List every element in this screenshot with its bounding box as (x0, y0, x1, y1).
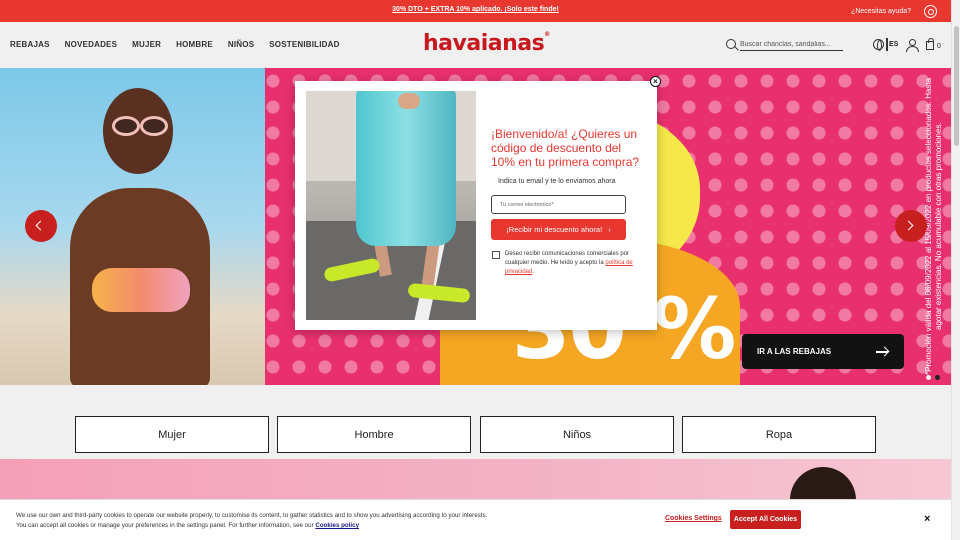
brand-logo[interactable]: havaianas® (423, 31, 550, 56)
newsletter-modal: × ¡Bienvenido/a! ¿Quieres un código de d… (295, 76, 661, 330)
consent-text: Deseo recibir comunicaciones comerciales… (505, 250, 640, 277)
modal-photo (306, 91, 476, 320)
nav-item-mujer[interactable]: MUJER (132, 40, 161, 49)
cookie-settings-button[interactable]: Cookies Settings (665, 515, 722, 522)
language-divider (886, 38, 888, 51)
globe-icon[interactable] (873, 39, 884, 51)
cookie-close-icon[interactable]: × (924, 513, 930, 525)
get-discount-button[interactable]: ¡Recibir mi descuento ahora! › (491, 219, 626, 240)
help-link[interactable]: ¿Necesitas ayuda? (851, 8, 911, 15)
modal-close-icon[interactable]: × (650, 76, 661, 87)
email-field[interactable] (491, 195, 626, 214)
shopping-bag-icon[interactable] (926, 38, 934, 50)
model-sunglasses (112, 116, 168, 136)
logo-text: havaianas (423, 31, 545, 56)
cookie-banner: We use our own and third-party cookies t… (0, 499, 951, 540)
photo-pants (356, 91, 456, 246)
search-input[interactable] (740, 38, 843, 51)
scrollbar-thumb[interactable] (954, 26, 959, 146)
nav-item-hombre[interactable]: HOMBRE (176, 40, 213, 49)
carousel-dot-1[interactable] (926, 375, 931, 380)
hero-cta-button[interactable]: IR A LAS REBAJAS (742, 334, 904, 369)
get-discount-label: ¡Recibir mi descuento ahora! (506, 225, 603, 234)
user-icon[interactable] (906, 39, 919, 52)
main-nav: REBAJAS NOVEDADES MUJER HOMBRE NIÑOS SOS… (10, 40, 340, 49)
photo-hand (398, 93, 420, 109)
category-mujer-button[interactable]: Mujer (75, 416, 269, 453)
modal-subtitle: Indica tu email y te lo enviamos ahora (498, 178, 616, 185)
chevron-right-icon: › (608, 225, 611, 234)
promo-bar: 30% DTO + EXTRA 10% aplicado. ¡Solo este… (0, 0, 951, 22)
carousel-dot-2[interactable] (935, 375, 940, 380)
promo-link[interactable]: 30% DTO + EXTRA 10% aplicado. ¡Solo este… (0, 6, 951, 13)
carousel-dots (926, 375, 940, 380)
logo-mark: ® (544, 31, 550, 38)
cookie-text-line1: We use our own and third-party cookies t… (16, 512, 488, 519)
hero-legal-text: *Promoción válida del 08/09/2022 al 15/0… (924, 77, 943, 376)
nav-item-novedades[interactable]: NOVEDADES (65, 40, 117, 49)
consent-suffix: . (532, 269, 535, 275)
page-scrollbar[interactable] (951, 0, 960, 540)
hero-cta-label: IR A LAS REBAJAS (757, 347, 832, 356)
nav-item-ninos[interactable]: NIÑOS (228, 40, 254, 49)
category-ropa-button[interactable]: Ropa (682, 416, 876, 453)
cookie-text: We use our own and third-party cookies t… (16, 511, 516, 531)
carousel-prev-button[interactable] (25, 210, 57, 242)
accept-cookies-button[interactable]: Accept All Cookies (730, 510, 801, 529)
nav-item-sostenibilidad[interactable]: SOSTENIBILIDAD (269, 40, 339, 49)
language-selector[interactable]: ES (889, 41, 898, 48)
category-ninos-button[interactable]: Niños (480, 416, 674, 453)
category-hombre-button[interactable]: Hombre (277, 416, 471, 453)
cart-count: 0 (937, 43, 941, 50)
cookie-policy-link[interactable]: Cookies policy (315, 522, 359, 529)
category-section: Mujer Hombre Niños Ropa (0, 385, 951, 459)
cookie-text-line2: You can accept all cookies or manage you… (16, 522, 314, 529)
site-header: REBAJAS NOVEDADES MUJER HOMBRE NIÑOS SOS… (0, 22, 951, 68)
nav-item-rebajas[interactable]: REBAJAS (10, 40, 50, 49)
search-icon[interactable] (726, 39, 736, 49)
modal-title: ¡Bienvenido/a! ¿Quieres un código de des… (491, 127, 640, 169)
carousel-next-button[interactable] (895, 210, 927, 242)
consent-checkbox[interactable] (492, 251, 500, 259)
whatsapp-icon[interactable] (924, 5, 937, 18)
model-bikini (92, 268, 190, 312)
arrow-right-icon (876, 351, 888, 353)
